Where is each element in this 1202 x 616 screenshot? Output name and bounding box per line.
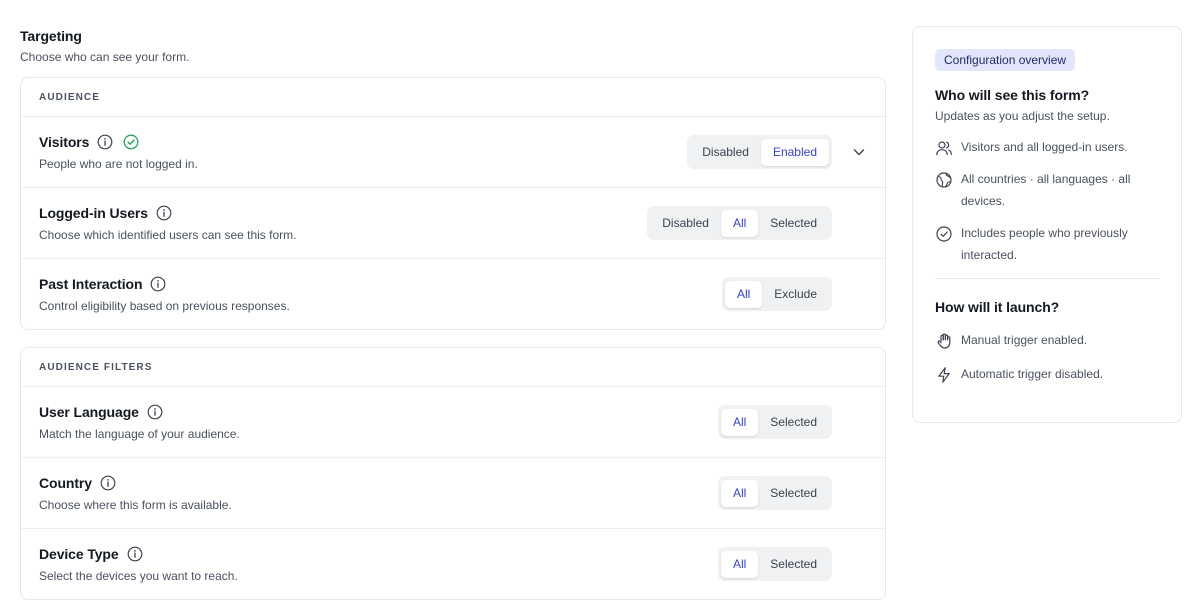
check-circle-icon xyxy=(123,134,139,150)
user-language-toggle: All Selected xyxy=(717,405,832,439)
who-will-see-list: Visitors and all logged-in users. All co… xyxy=(935,138,1159,266)
chevron-down-icon[interactable] xyxy=(851,144,867,160)
info-icon[interactable] xyxy=(97,134,113,150)
users-icon xyxy=(935,139,953,157)
country-title: Country xyxy=(39,475,92,491)
audience-section-label: AUDIENCE xyxy=(21,78,885,117)
info-icon[interactable] xyxy=(147,404,163,420)
visitors-title: Visitors xyxy=(39,134,90,150)
hand-icon xyxy=(935,332,953,350)
user-language-description: Match the language of your audience. xyxy=(39,427,240,441)
user-language-row: User Language Match the language of your… xyxy=(21,387,885,458)
visitors-title-group: Visitors xyxy=(39,133,139,151)
device-type-description: Select the devices you want to reach. xyxy=(39,569,238,583)
visitors-description: People who are not logged in. xyxy=(39,157,198,171)
list-item: Includes people who previously interacte… xyxy=(935,224,1159,266)
country-title-group: Country xyxy=(39,474,116,492)
list-item: Manual trigger enabled. xyxy=(935,331,1159,351)
device-type-title: Device Type xyxy=(39,546,119,562)
lightning-icon xyxy=(935,366,953,384)
past-interaction-title-group: Past Interaction xyxy=(39,275,166,293)
country-row: Country Choose where this form is availa… xyxy=(21,458,885,529)
country-option-all[interactable]: All xyxy=(720,479,759,507)
info-icon[interactable] xyxy=(100,475,116,491)
audience-card: AUDIENCE Visitors People who are not log… xyxy=(20,77,886,330)
targeting-main: Targeting Choose who can see your form. … xyxy=(20,27,886,600)
visitors-option-enabled[interactable]: Enabled xyxy=(760,138,829,166)
launch-list: Manual trigger enabled. Automatic trigge… xyxy=(935,331,1159,385)
visitors-option-disabled[interactable]: Disabled xyxy=(690,139,761,166)
country-description: Choose where this form is available. xyxy=(39,498,232,512)
how-will-launch-heading: How will it launch? xyxy=(935,299,1060,315)
user-language-title: User Language xyxy=(39,404,139,420)
who-item-text: Includes people who previously interacte… xyxy=(961,226,1128,262)
past-interaction-option-all[interactable]: All xyxy=(724,280,763,308)
logged-in-users-title: Logged-in Users xyxy=(39,205,148,221)
device-type-toggle: All Selected xyxy=(717,547,832,581)
visitors-row: Visitors People who are not logged in. D… xyxy=(21,117,885,188)
user-language-option-selected[interactable]: Selected xyxy=(758,409,829,436)
past-interaction-option-exclude[interactable]: Exclude xyxy=(762,281,829,308)
launch-item-text: Manual trigger enabled. xyxy=(961,333,1088,347)
past-interaction-toggle: All Exclude xyxy=(721,277,832,311)
user-language-title-group: User Language xyxy=(39,403,163,421)
logged-in-users-toggle: Disabled All Selected xyxy=(647,206,832,240)
list-item: Automatic trigger disabled. xyxy=(935,365,1159,385)
list-item: Visitors and all logged-in users. xyxy=(935,138,1159,158)
launch-item-text: Automatic trigger disabled. xyxy=(961,367,1104,381)
info-icon[interactable] xyxy=(127,546,143,562)
past-interaction-row: Past Interaction Control eligibility bas… xyxy=(21,259,885,329)
logged-in-option-disabled[interactable]: Disabled xyxy=(650,210,721,237)
logged-in-option-all[interactable]: All xyxy=(720,209,759,237)
visitors-toggle: Disabled Enabled xyxy=(687,135,832,169)
check-circle-icon xyxy=(935,225,953,243)
device-type-option-selected[interactable]: Selected xyxy=(758,551,829,578)
logged-in-users-row: Logged-in Users Choose which identified … xyxy=(21,188,885,259)
device-type-option-all[interactable]: All xyxy=(720,550,759,578)
list-item: All countries · all languages · all devi… xyxy=(935,170,1159,212)
user-language-option-all[interactable]: All xyxy=(720,408,759,436)
who-item-text: Visitors and all logged-in users. xyxy=(961,140,1128,154)
logged-in-users-title-group: Logged-in Users xyxy=(39,204,172,222)
who-will-see-subtitle: Updates as you adjust the setup. xyxy=(935,109,1110,123)
info-icon[interactable] xyxy=(150,276,166,292)
globe-icon xyxy=(935,171,953,189)
logged-in-users-description: Choose which identified users can see th… xyxy=(39,228,297,242)
past-interaction-description: Control eligibility based on previous re… xyxy=(39,299,290,313)
device-type-row: Device Type Select the devices you want … xyxy=(21,529,885,599)
audience-filters-card: AUDIENCE FILTERS User Language Match the… xyxy=(20,347,886,600)
past-interaction-title: Past Interaction xyxy=(39,276,143,292)
who-will-see-heading: Who will see this form? xyxy=(935,87,1090,103)
device-type-title-group: Device Type xyxy=(39,545,143,563)
page-title: Targeting xyxy=(20,28,82,44)
audience-filters-section-label: AUDIENCE FILTERS xyxy=(21,348,885,387)
section-divider xyxy=(935,278,1159,279)
logged-in-option-selected[interactable]: Selected xyxy=(758,210,829,237)
configuration-overview-panel: Configuration overview Who will see this… xyxy=(912,26,1182,423)
configuration-overview-badge: Configuration overview xyxy=(935,49,1076,71)
info-icon[interactable] xyxy=(156,205,172,221)
page-subtitle: Choose who can see your form. xyxy=(20,50,190,64)
country-toggle: All Selected xyxy=(717,476,832,510)
who-item-text: All countries · all languages · all devi… xyxy=(961,172,1131,208)
country-option-selected[interactable]: Selected xyxy=(758,480,829,507)
